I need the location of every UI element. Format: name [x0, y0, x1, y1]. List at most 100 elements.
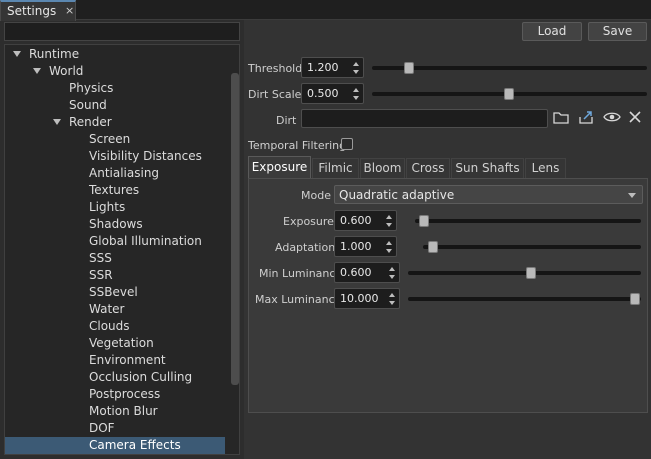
tree-item-label: Render — [69, 115, 112, 129]
close-icon[interactable]: × — [65, 4, 74, 17]
chevron-down-icon — [628, 193, 636, 198]
tree-item-screen[interactable]: Screen — [5, 131, 225, 148]
eye-icon[interactable] — [603, 111, 621, 127]
tree-item-lights[interactable]: Lights — [5, 199, 225, 216]
tab-bloom[interactable]: Bloom — [360, 158, 405, 178]
max-luminance-spinbox[interactable]: 10.000 — [334, 288, 400, 309]
tree-item-render[interactable]: Render — [5, 114, 225, 131]
tree-item-label: Runtime — [29, 47, 80, 61]
tree-item-label: Visibility Distances — [89, 149, 202, 163]
max-luminance-slider-handle[interactable] — [630, 293, 640, 305]
adaptation-slider-handle[interactable] — [428, 241, 438, 253]
export-icon[interactable] — [578, 109, 594, 129]
tree-item-label: Motion Blur — [89, 404, 158, 418]
spin-up-icon[interactable] — [386, 215, 392, 219]
tree-item-occlusion-culling[interactable]: Occlusion Culling — [5, 369, 225, 386]
exposure-slider-handle[interactable] — [419, 215, 429, 227]
tree-item-water[interactable]: Water — [5, 301, 225, 318]
tree-filter-input[interactable] — [4, 22, 240, 41]
max-luminance-label: Max Luminance — [255, 293, 342, 306]
tree-item-camera-effects[interactable]: Camera Effects — [5, 437, 225, 454]
expand-arrow-icon[interactable] — [13, 51, 21, 57]
tree-item-world[interactable]: World — [5, 63, 225, 80]
tree-item-dof[interactable]: DOF — [5, 420, 225, 437]
spin-up-icon[interactable] — [353, 88, 359, 92]
tab-lens[interactable]: Lens — [525, 158, 566, 178]
tree-item-ssbevel[interactable]: SSBevel — [5, 284, 225, 301]
expand-arrow-icon[interactable] — [33, 68, 41, 74]
effects-tab-bar: Exposure Filmic Bloom Cross Sun Shafts L… — [248, 156, 648, 178]
tree-item-clouds[interactable]: Clouds — [5, 318, 225, 335]
exposure-slider-track[interactable] — [415, 219, 641, 223]
tree-item-physics[interactable]: Physics — [5, 80, 225, 97]
tree-item-runtime[interactable]: Runtime — [5, 46, 225, 63]
threshold-spinbox[interactable]: 1.200 — [301, 57, 364, 78]
folder-icon[interactable] — [553, 110, 569, 128]
min-luminance-slider-track[interactable] — [408, 271, 641, 275]
tree-item-label: Screen — [89, 132, 131, 146]
tree-item-sss[interactable]: SSS — [5, 250, 225, 267]
tree-item-label: Lights — [89, 200, 126, 214]
tree-item-sound[interactable]: Sound — [5, 97, 225, 114]
tree-item-postprocess[interactable]: Postprocess — [5, 386, 225, 403]
settings-panel: Load Save Threshold 1.200 Dirt Scale 0.5… — [244, 20, 651, 459]
dirt-scale-slider-handle[interactable] — [504, 88, 514, 100]
spin-up-icon[interactable] — [389, 267, 395, 271]
save-button[interactable]: Save — [588, 22, 647, 41]
tree-item-environment[interactable]: Environment — [5, 352, 225, 369]
min-luminance-value: 0.600 — [340, 266, 372, 279]
tree-item-label: Camera Effects — [89, 438, 181, 452]
settings-tab[interactable]: Settings × — [0, 0, 76, 21]
spin-down-icon[interactable] — [386, 223, 392, 227]
mode-value: Quadratic adaptive — [339, 188, 455, 202]
dirt-label: Dirt — [276, 114, 297, 127]
tree-item-label: Textures — [89, 183, 140, 197]
temporal-filtering-checkbox[interactable] — [341, 138, 353, 150]
tree-item-visibility-distances[interactable]: Visibility Distances — [5, 148, 225, 165]
spin-down-icon[interactable] — [389, 275, 395, 279]
tree-item-antialiasing[interactable]: Antialiasing — [5, 165, 225, 182]
tree-item-global-illumination[interactable]: Global Illumination — [5, 233, 225, 250]
tree-item-label: Shadows — [89, 217, 143, 231]
tab-filmic[interactable]: Filmic — [312, 158, 359, 178]
tree-item-motion-blur[interactable]: Motion Blur — [5, 403, 225, 420]
tree-scrollbar[interactable] — [231, 73, 239, 385]
tab-cross[interactable]: Cross — [406, 158, 450, 178]
threshold-slider-handle[interactable] — [404, 62, 414, 74]
exposure-panel: Mode Quadratic adaptive Exposure 0.600 A… — [248, 178, 648, 413]
min-luminance-slider-handle[interactable] — [526, 267, 536, 279]
spin-up-icon[interactable] — [389, 293, 395, 297]
spin-down-icon[interactable] — [386, 249, 392, 253]
tree-item-vegetation[interactable]: Vegetation — [5, 335, 225, 352]
spin-down-icon[interactable] — [389, 301, 395, 305]
clear-icon[interactable] — [629, 111, 641, 127]
threshold-value: 1.200 — [307, 61, 339, 74]
mode-dropdown[interactable]: Quadratic adaptive — [334, 185, 643, 204]
tree-item-textures[interactable]: Textures — [5, 182, 225, 199]
tab-exposure[interactable]: Exposure — [248, 156, 311, 178]
expand-arrow-icon[interactable] — [53, 119, 61, 125]
settings-window: Settings × Runtime World Physics Sound R… — [0, 0, 651, 459]
settings-tree: Runtime World Physics Sound Render Scree… — [4, 44, 240, 455]
tree-item-ssr[interactable]: SSR — [5, 267, 225, 284]
tree-item-label: Physics — [69, 81, 114, 95]
exposure-spinbox[interactable]: 0.600 — [334, 210, 397, 231]
tab-sun-shafts[interactable]: Sun Shafts — [451, 158, 524, 178]
window-tab-bar: Settings × — [0, 0, 651, 21]
exposure-value: 0.600 — [340, 214, 372, 227]
dirt-path-field[interactable] — [301, 109, 548, 128]
temporal-filtering-label: Temporal Filtering — [248, 139, 347, 152]
tree-item-shadows[interactable]: Shadows — [5, 216, 225, 233]
load-button[interactable]: Load — [522, 22, 582, 41]
spin-up-icon[interactable] — [353, 62, 359, 66]
max-luminance-slider-track[interactable] — [408, 297, 641, 301]
adaptation-slider-track[interactable] — [423, 245, 641, 249]
tree-item-label: SSS — [89, 251, 112, 265]
dirt-scale-spinbox[interactable]: 0.500 — [301, 83, 364, 104]
spin-up-icon[interactable] — [386, 241, 392, 245]
tree-item-label: Sound — [69, 98, 107, 112]
adaptation-spinbox[interactable]: 1.000 — [334, 236, 397, 257]
min-luminance-spinbox[interactable]: 0.600 — [334, 262, 400, 283]
spin-down-icon[interactable] — [353, 96, 359, 100]
spin-down-icon[interactable] — [353, 70, 359, 74]
